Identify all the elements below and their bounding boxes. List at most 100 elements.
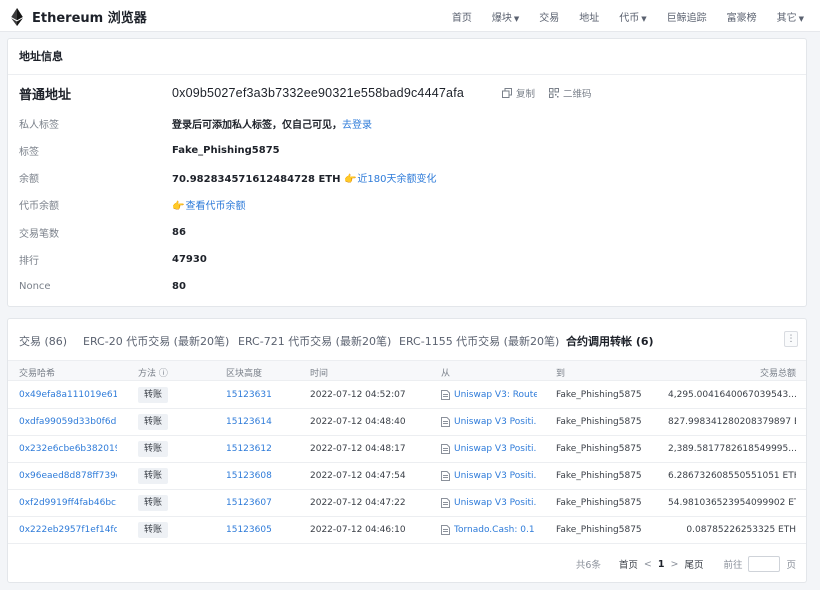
private-tag-row: 私人标签 登录后可添加私人标签，仅自己可见，去登录: [8, 114, 806, 132]
method-badge: 转账: [138, 441, 169, 457]
tag-value: Fake_Phishing5875: [172, 144, 280, 156]
tag-row: 标签 Fake_Phishing5875: [8, 141, 806, 159]
balance-value: 70.982834571612484728 ETH: [172, 173, 341, 185]
tab-internal-transfers[interactable]: 合约调用转帐 (6): [566, 333, 654, 349]
info-circle-icon[interactable]: ⓘ: [159, 369, 168, 379]
token-balance-link[interactable]: 👉查看代币余额: [172, 201, 245, 212]
from-address-label: Uniswap V3: Route...: [454, 390, 537, 400]
block-link[interactable]: 15123605: [226, 525, 272, 535]
balance-value-wrap: 70.982834571612484728 ETH 👉近180天余额变化: [172, 170, 437, 185]
table-row: 0x222eb2957f1ef14fc... 转账 15123605 2022-07-…: [8, 517, 806, 544]
private-tag-value: 登录后可添加私人标签，仅自己可见，去登录: [172, 116, 372, 131]
main-nav: 首页 爆块 ▼ 交易 地址 代币 ▼ 巨鲸追踪 富豪榜 其它 ▼: [442, 0, 814, 32]
page-unit-label: 页: [786, 560, 796, 571]
tx-time: 2022-07-12 04:52:07: [310, 390, 406, 400]
pointing-hand-icon: 👉: [343, 173, 357, 185]
from-address-label: Uniswap V3 Positi...: [454, 498, 537, 508]
token-balance-link-label: 查看代币余额: [185, 200, 246, 212]
tx-hash-link[interactable]: 0x222eb2957f1ef14fc...: [19, 525, 117, 535]
tab-erc1155[interactable]: ERC-1155 代币交易 (最新20笔): [399, 333, 559, 349]
col-method: 方法 ⓘ: [138, 369, 168, 379]
nav-item-label: 交易: [539, 12, 560, 24]
tab-erc20[interactable]: ERC-20 代币交易 (最新20笔): [83, 333, 229, 349]
tab-transactions[interactable]: 交易 (86): [19, 333, 67, 349]
from-address-link[interactable]: Uniswap V3: Route...: [441, 390, 537, 400]
nav-item-3[interactable]: 地址: [579, 9, 599, 24]
nav-item-label: 首页: [451, 12, 472, 24]
from-address-label: Uniswap V3 Positi...: [454, 444, 537, 454]
tx-time: 2022-07-12 04:47:54: [310, 471, 406, 481]
token-balance-value: 👉查看代币余额: [172, 197, 245, 212]
table-row: 0xf2d9919ff4fab46bc... 转账 15123607 2022-07-…: [8, 490, 806, 517]
tx-amount: 2,389.5817782618549995... ETH: [668, 444, 796, 454]
nav-item-7[interactable]: 其它 ▼: [777, 9, 804, 24]
nav-item-2[interactable]: 交易: [539, 9, 559, 24]
copy-label: 复制: [516, 89, 536, 100]
nav-item-1[interactable]: 爆块 ▼: [492, 9, 519, 24]
tx-amount: 6.286732608550551051 ETH: [668, 471, 796, 481]
tx-time: 2022-07-12 04:47:22: [310, 498, 406, 508]
col-amount: 交易总额: [759, 369, 796, 379]
more-options-button[interactable]: ⋮: [784, 331, 798, 347]
block-link[interactable]: 15123612: [226, 444, 272, 454]
tx-time: 2022-07-12 04:48:40: [310, 417, 406, 427]
rank-row: 排行 47930: [8, 250, 806, 268]
pointing-hand-icon: 👉: [172, 200, 185, 212]
from-address-link[interactable]: Uniswap V3 Positi...: [441, 444, 537, 454]
table-row: 0x49efa8a111019e61... 转账 15123631 2022-07-1…: [8, 382, 806, 409]
tx-hash-link[interactable]: 0x232e6cbe6b382019...: [19, 444, 117, 454]
login-link[interactable]: 去登录: [342, 120, 372, 131]
contract-file-icon: [441, 417, 450, 427]
tx-count-label: 交易笔数: [19, 228, 59, 240]
col-time: 时间: [310, 369, 329, 379]
next-page-button[interactable]: >: [670, 559, 678, 570]
to-address: Fake_Phishing5875: [556, 471, 642, 481]
qrcode-button[interactable]: 二维码: [549, 86, 592, 100]
col-block: 区块高度: [226, 369, 263, 379]
nav-item-4[interactable]: 代币 ▼: [619, 9, 646, 24]
prev-page-button[interactable]: <: [644, 559, 652, 570]
current-page[interactable]: 1: [658, 559, 665, 570]
block-link[interactable]: 15123631: [226, 390, 272, 400]
address-info-card: 地址信息 普通地址 0x09b5027ef3a3b7332ee90321e558…: [7, 38, 807, 307]
to-address: Fake_Phishing5875: [556, 525, 642, 535]
contract-file-icon: [441, 471, 450, 481]
from-address-link[interactable]: Tornado.Cash: 0.1 ...: [441, 525, 537, 535]
address-value[interactable]: 0x09b5027ef3a3b7332ee90321e558bad9c4447a…: [172, 86, 464, 100]
table-row: 0x232e6cbe6b382019... 转账 15123612 2022-07-1…: [8, 436, 806, 463]
from-address-link[interactable]: Uniswap V3 Positi...: [441, 471, 537, 481]
tag-label: 标签: [19, 146, 39, 158]
nav-item-label: 巨鲸追踪: [666, 12, 707, 24]
nav-item-0[interactable]: 首页: [452, 9, 472, 24]
from-address-label: Uniswap V3 Positi...: [454, 471, 537, 481]
from-address-link[interactable]: Uniswap V3 Positi...: [441, 417, 537, 427]
copy-button[interactable]: 复制: [502, 86, 535, 100]
tx-amount: 0.08785226253325 ETH: [686, 525, 796, 535]
last-page-button[interactable]: 尾页: [684, 557, 703, 571]
tx-time: 2022-07-12 04:46:10: [310, 525, 406, 535]
address-row: 普通地址 0x09b5027ef3a3b7332ee90321e558bad9c…: [8, 84, 806, 103]
from-address-link[interactable]: Uniswap V3 Positi...: [441, 498, 537, 508]
tx-hash-link[interactable]: 0x96eaed8d878ff739c...: [19, 471, 117, 481]
nav-item-6[interactable]: 富豪榜: [727, 9, 757, 24]
nonce-row: Nonce 80: [8, 277, 806, 295]
nav-item-5[interactable]: 巨鲸追踪: [667, 9, 707, 24]
tx-hash-link[interactable]: 0xdfa99059d33b0f6d...: [19, 417, 117, 427]
balance-history-link[interactable]: 👉近180天余额变化: [344, 174, 437, 185]
block-link[interactable]: 15123614: [226, 417, 272, 427]
balance-history-label: 近180天余额变化: [357, 173, 437, 185]
token-balance-row: 代币余额 👉查看代币余额: [8, 195, 806, 213]
pagination-total: 共6条: [575, 560, 601, 571]
block-link[interactable]: 15123607: [226, 498, 272, 508]
to-address: Fake_Phishing5875: [556, 390, 642, 400]
block-link[interactable]: 15123608: [226, 471, 272, 481]
tx-hash-link[interactable]: 0x49efa8a111019e61...: [19, 390, 117, 400]
goto-page-input[interactable]: [748, 556, 781, 572]
brand[interactable]: Ethereum 浏览器: [10, 7, 147, 26]
qrcode-label: 二维码: [563, 89, 592, 100]
tab-erc721[interactable]: ERC-721 代币交易 (最新20笔): [238, 333, 391, 349]
first-page-button[interactable]: 首页: [619, 557, 638, 571]
col-hash: 交易哈希: [19, 369, 56, 379]
tx-hash-link[interactable]: 0xf2d9919ff4fab46bc...: [19, 498, 117, 508]
caret-down-icon: ▼: [513, 14, 520, 23]
